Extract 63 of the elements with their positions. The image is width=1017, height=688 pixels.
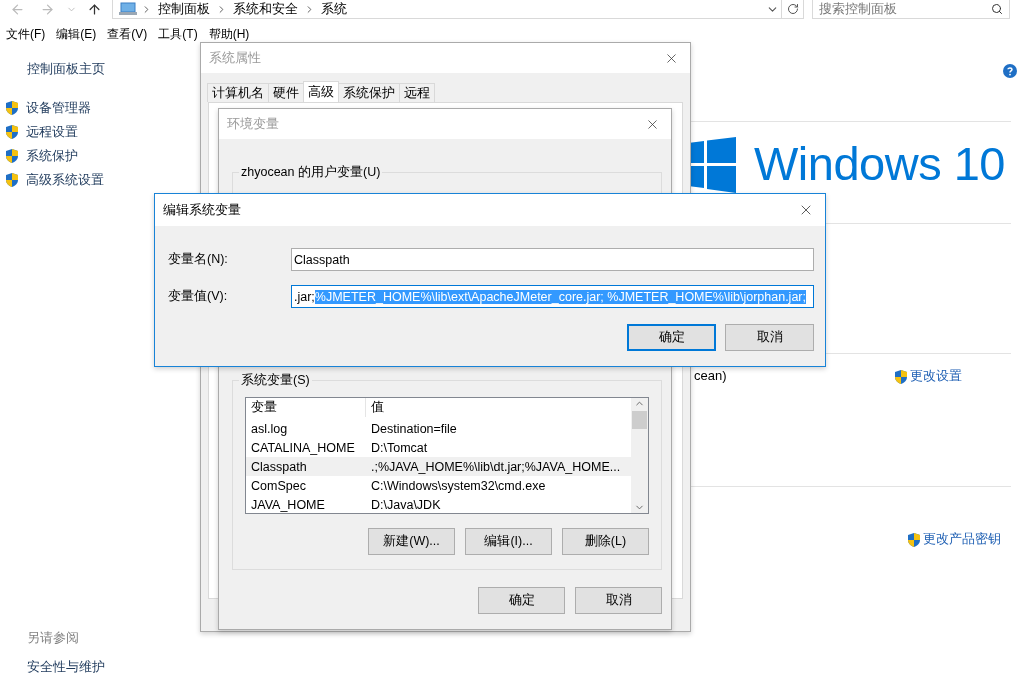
shield-icon — [4, 172, 20, 188]
help-icon[interactable] — [1003, 64, 1017, 78]
control-panel-icon — [119, 2, 137, 16]
list-action-button[interactable]: 删除(L) — [562, 528, 649, 555]
change-settings-link[interactable]: 更改设置 — [909, 368, 962, 385]
tab[interactable]: 高级 — [303, 81, 339, 102]
change-product-key-link[interactable]: 更改产品密钥 — [923, 531, 1001, 548]
scrollbar-thumb[interactable] — [632, 411, 647, 429]
sidebar-link[interactable]: 高级系统设置 — [26, 171, 104, 189]
shield-icon — [892, 368, 909, 385]
refresh-icon — [786, 3, 799, 15]
breadcrumb-item[interactable]: 系统和安全 — [231, 0, 300, 18]
computer-owner-text: cean) — [694, 368, 727, 383]
menu-item[interactable]: 帮助(H) — [208, 28, 250, 41]
group-label: zhyocean 的用户变量(U) — [239, 164, 383, 181]
list-action-button[interactable]: 编辑(I)... — [465, 528, 552, 555]
sidebar-home-link[interactable]: 控制面板主页 — [27, 61, 200, 78]
window-title: 系统属性 — [209, 49, 261, 67]
field-label: 变量值(V): — [168, 288, 229, 305]
breadcrumb-item[interactable]: 系统 — [319, 0, 349, 18]
sidebar-link[interactable]: 设备管理器 — [26, 99, 91, 117]
search-icon — [991, 3, 1003, 15]
menu-item[interactable]: 编辑(E) — [56, 28, 97, 41]
shield-icon — [906, 531, 922, 548]
sidebar-link[interactable]: 系统保护 — [26, 147, 78, 165]
menu-item[interactable]: 工具(T) — [158, 28, 198, 41]
list-row[interactable]: ComSpec C:\Windows\system32\cmd.exe — [246, 476, 631, 495]
shield-icon — [4, 100, 20, 116]
menu-item[interactable]: 查看(V) — [107, 28, 148, 41]
tab[interactable]: 计算机名 — [207, 83, 269, 102]
sidebar-link[interactable]: 远程设置 — [26, 123, 78, 141]
dialog-button[interactable]: 确定 — [478, 587, 565, 614]
column-header[interactable]: 值 — [366, 398, 631, 417]
scrollbar[interactable] — [631, 398, 648, 513]
see-also-link[interactable]: 安全性与维护 — [27, 659, 200, 676]
window-title: 编辑系统变量 — [163, 201, 241, 219]
group-label: 系统变量(S) — [239, 372, 312, 389]
list-row[interactable]: Classpath .;%JAVA_HOME%\lib\dt.jar;%JAVA_HOME... — [246, 457, 631, 476]
list-row[interactable]: JAVA_HOME D:\Java\JDK — [246, 495, 631, 513]
breadcrumb-item[interactable]: 控制面板 — [156, 0, 212, 18]
shield-icon — [4, 124, 20, 140]
dialog-button[interactable]: 取消 — [575, 587, 662, 614]
list-action-button[interactable]: 新建(W)... — [368, 528, 455, 555]
window-title: 环境变量 — [227, 115, 279, 133]
tab[interactable]: 系统保护 — [338, 83, 400, 102]
forward-arrow-icon — [39, 2, 55, 17]
column-header[interactable]: 变量 — [246, 398, 366, 417]
refresh-button[interactable] — [782, 0, 804, 19]
see-also-heading: 另请参阅 — [27, 630, 80, 647]
variable-value-field[interactable]: .jar;%JMETER_HOME%\lib\ext\ApacheJMeter_core.jar; %JMETER_HOME%\lib\jorphan.jar; — [291, 285, 814, 308]
tab[interactable]: 硬件 — [268, 83, 304, 102]
field-label: 变量名(N): — [168, 251, 229, 268]
list-row[interactable]: CATALINA_HOME D:\Tomcat — [246, 438, 631, 457]
list-row[interactable]: asl.log Destination=file — [246, 419, 631, 438]
variable-name-field[interactable]: Classpath — [291, 248, 814, 271]
menu-item[interactable]: 文件(F) — [6, 28, 46, 41]
windows-logo-text: Windows 10 — [754, 136, 1005, 191]
dialog-button[interactable]: 确定 — [627, 324, 716, 351]
shield-icon — [4, 148, 20, 164]
address-bar[interactable]: 控制面板 系统和安全 系统 — [112, 0, 782, 19]
dialog-button[interactable]: 取消 — [725, 324, 814, 351]
search-field[interactable]: 搜索控制面板 — [812, 0, 1010, 19]
tab[interactable]: 远程 — [399, 83, 435, 102]
